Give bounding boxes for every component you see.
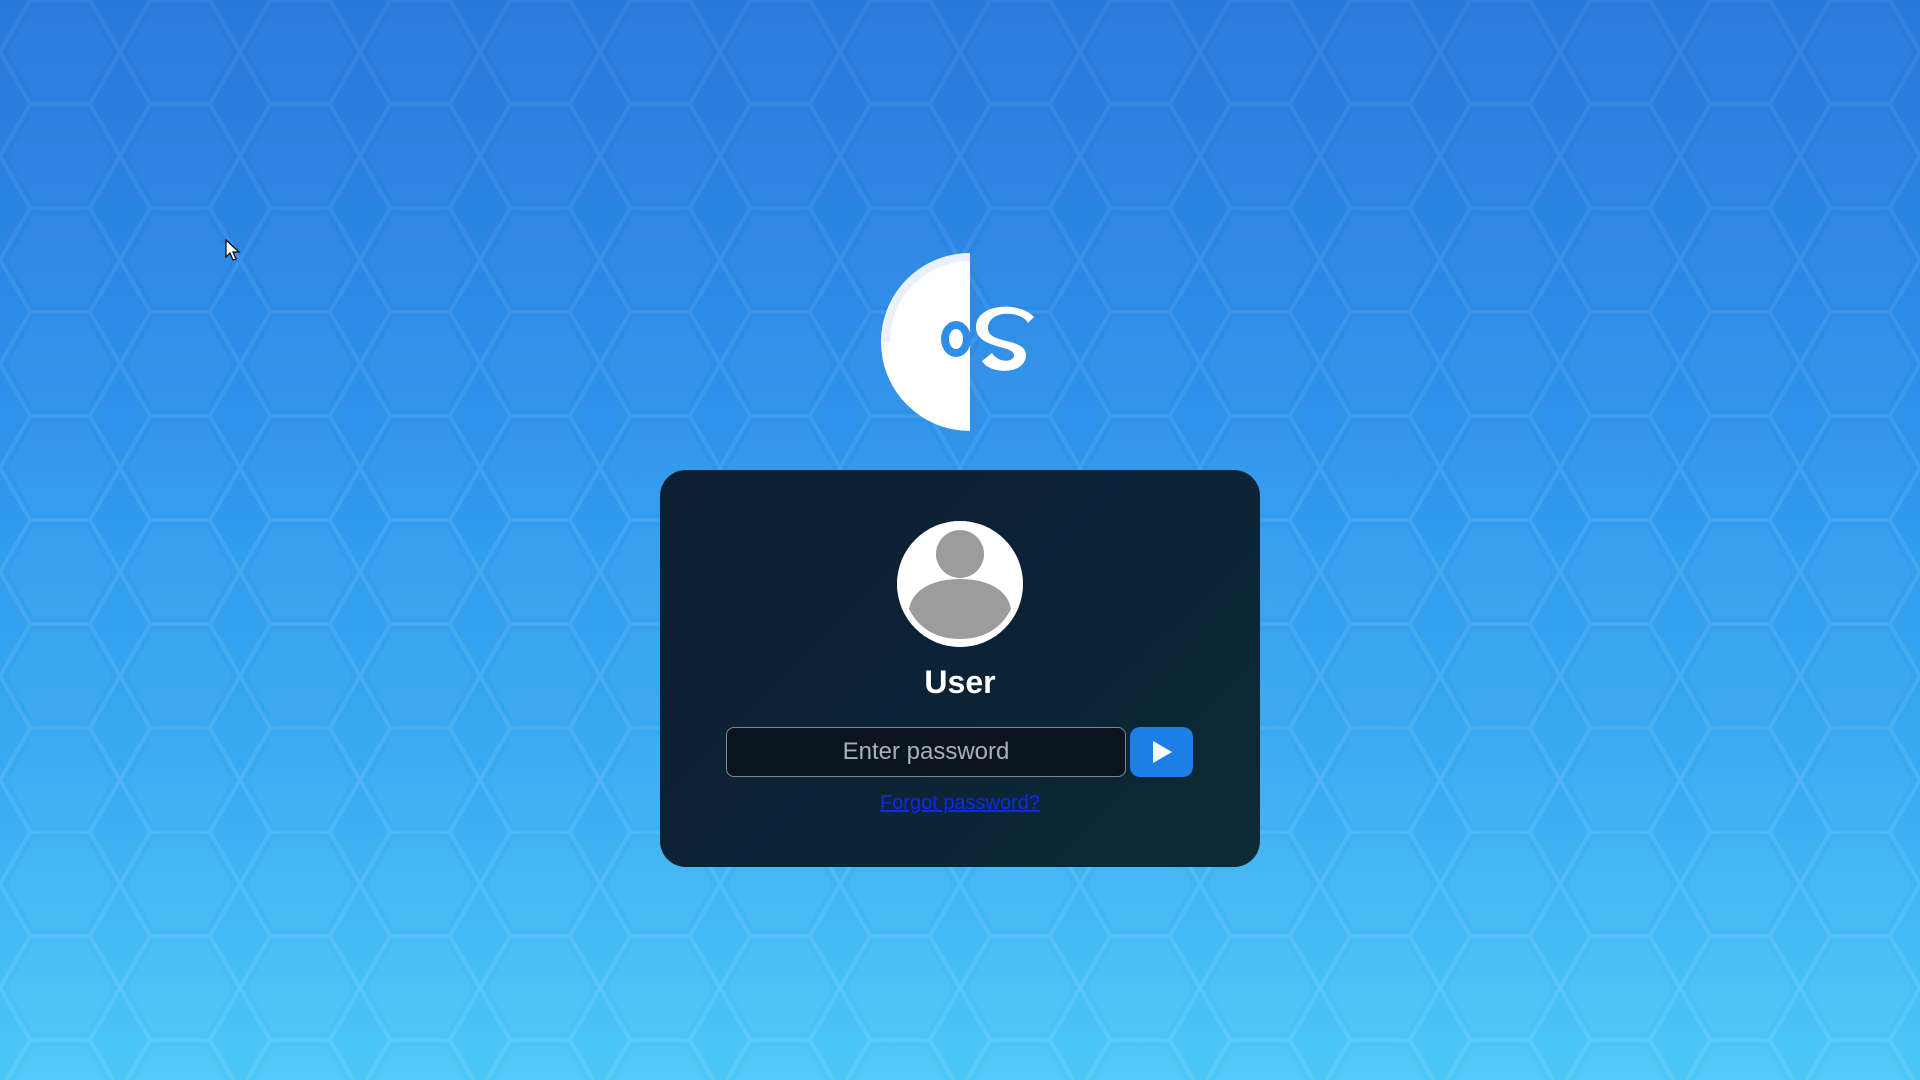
user-name: User [924,664,996,700]
os-logo [870,253,1050,433]
mouse-pointer-icon [225,239,241,263]
user-avatar-icon [897,521,1023,647]
password-input[interactable] [726,727,1126,777]
play-arrow-icon [1152,741,1172,763]
forgot-password-link[interactable]: Forgot password? [660,792,1260,815]
login-submit-button[interactable] [1130,727,1193,777]
login-card: User Forgot password? [660,470,1260,867]
